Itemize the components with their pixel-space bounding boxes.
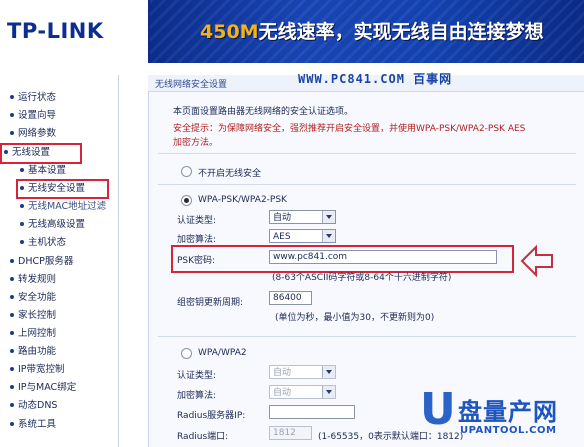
intro-text: 本页面设置路由器无线网络的安全认证选项。 bbox=[173, 107, 354, 117]
group-key-label: 组密钥更新周期: bbox=[177, 298, 244, 308]
sidebar-item-system-tools[interactable]: 系统工具 bbox=[0, 418, 56, 432]
site-watermark: WWW.PC841.COM 百事网 bbox=[298, 72, 453, 86]
header-bar: TP-LINK 450M无线速率，实现无线自由连接梦想 bbox=[0, 0, 584, 63]
sidebar-item-routing[interactable]: 路由功能 bbox=[0, 345, 56, 359]
highlight-box-security bbox=[16, 179, 109, 199]
warning-text: 安全提示：为保障网络安全，强烈推荐开启安全设置，并使用WPA-PSK/WPA2-… bbox=[173, 124, 526, 134]
warning-text-cont: 加密方法。 bbox=[173, 138, 219, 148]
sidebar-item-bandwidth[interactable]: IP带宽控制 bbox=[0, 363, 65, 377]
sidebar-item-ip-mac-binding[interactable]: IP与MAC绑定 bbox=[0, 381, 76, 395]
sidebar-item-access-control[interactable]: 上网控制 bbox=[0, 327, 56, 341]
upantool-watermark: U 盘量产网 UPANTOOL.COM bbox=[420, 388, 584, 447]
panel-title: 无线网络安全设置 bbox=[155, 80, 228, 90]
group-key-input[interactable]: 86400 bbox=[269, 291, 312, 305]
sidebar-item-ddns[interactable]: 动态DNS bbox=[0, 399, 57, 413]
psk-password-input[interactable]: www.pc841.com bbox=[269, 250, 497, 264]
radius-ip-input[interactable] bbox=[269, 405, 355, 419]
auth-type-label: 认证类型: bbox=[177, 216, 217, 226]
bullet-icon bbox=[10, 259, 14, 263]
sidebar-item-wizard[interactable]: 设置向导 bbox=[0, 109, 56, 123]
sidebar-divider bbox=[118, 75, 119, 447]
logo-area: TP-LINK bbox=[0, 0, 150, 63]
encryption-label: 加密算法: bbox=[177, 235, 217, 245]
highlight-box-wireless bbox=[0, 143, 82, 164]
bullet-icon bbox=[10, 349, 14, 353]
bullet-icon bbox=[10, 95, 14, 99]
bullet-icon bbox=[10, 367, 14, 371]
sidebar-item-security-functions[interactable]: 安全功能 bbox=[0, 291, 56, 305]
sidebar-item-advanced[interactable]: 无线高级设置 bbox=[0, 218, 85, 232]
bullet-icon bbox=[10, 403, 14, 407]
divider bbox=[158, 184, 576, 185]
sidebar-item-basic[interactable]: 基本设置 bbox=[0, 164, 66, 178]
bullet-icon bbox=[10, 131, 14, 135]
bullet-icon bbox=[10, 313, 14, 317]
upantool-name: 盘量产网 bbox=[458, 398, 558, 426]
sidebar-item-forwarding[interactable]: 转发规则 bbox=[0, 273, 56, 287]
encryption-2-label: 加密算法: bbox=[177, 391, 217, 401]
auth-type-2-select[interactable]: 自动 bbox=[269, 365, 336, 379]
chevron-down-icon bbox=[322, 386, 335, 398]
chevron-down-icon bbox=[322, 230, 335, 242]
radius-port-input[interactable]: 1812 bbox=[269, 426, 312, 440]
chevron-down-icon bbox=[322, 211, 335, 223]
psk-label: PSK密码: bbox=[177, 256, 216, 266]
radio-no-security-label: 不开启无线安全 bbox=[198, 169, 262, 179]
sidebar-item-dhcp[interactable]: DHCP服务器 bbox=[0, 255, 73, 269]
bullet-icon bbox=[10, 295, 14, 299]
chevron-down-icon bbox=[322, 366, 335, 378]
banner-slogan: 450M无线速率，实现无线自由连接梦想 bbox=[200, 17, 544, 44]
pointer-arrow-icon bbox=[520, 244, 553, 278]
bullet-icon bbox=[20, 168, 24, 172]
radio-wpa-label: WPA/WPA2 bbox=[198, 348, 247, 358]
radius-ip-label: Radius服务器IP: bbox=[177, 411, 246, 421]
banner-caption: 无线速率，实现无线自由连接梦想 bbox=[258, 21, 544, 43]
tp-link-logo: TP-LINK bbox=[7, 19, 104, 43]
divider bbox=[158, 153, 576, 154]
encryption-select[interactable]: AES bbox=[269, 229, 336, 243]
sidebar-item-parental[interactable]: 家长控制 bbox=[0, 309, 56, 323]
bullet-icon bbox=[10, 422, 14, 426]
radio-wpa[interactable] bbox=[181, 348, 192, 359]
radio-wpa-psk-label: WPA-PSK/WPA2-PSK bbox=[198, 195, 287, 205]
radio-wpa-psk[interactable] bbox=[181, 195, 192, 206]
divider bbox=[158, 336, 576, 337]
encryption-2-select[interactable]: 自动 bbox=[269, 385, 336, 399]
upantool-url: UPANTOOL.COM bbox=[460, 425, 557, 436]
bullet-icon bbox=[10, 113, 14, 117]
sidebar-item-status[interactable]: 运行状态 bbox=[0, 91, 56, 105]
radio-no-security[interactable] bbox=[181, 166, 192, 177]
bullet-icon bbox=[20, 204, 24, 208]
bullet-icon bbox=[10, 385, 14, 389]
psk-hint: (8-63个ASCII码字符或8-64个十六进制字符) bbox=[272, 273, 452, 283]
auth-type-select[interactable]: 自动 bbox=[269, 210, 336, 224]
sidebar-item-mac-filter[interactable]: 无线MAC地址过滤 bbox=[0, 200, 106, 214]
sidebar-item-network[interactable]: 网络参数 bbox=[0, 127, 56, 141]
bullet-icon bbox=[20, 222, 24, 226]
bullet-icon bbox=[10, 331, 14, 335]
upantool-logo-mark: U bbox=[420, 384, 456, 435]
auth-type-2-label: 认证类型: bbox=[177, 371, 217, 381]
sidebar-item-hosts[interactable]: 主机状态 bbox=[0, 236, 66, 250]
group-key-hint: (单位为秒，最小值为30，不更新则为0) bbox=[275, 313, 435, 323]
radius-port-label: Radius端口: bbox=[177, 432, 229, 442]
bullet-icon bbox=[10, 277, 14, 281]
banner-speed: 450M bbox=[200, 21, 259, 43]
bullet-icon bbox=[20, 240, 24, 244]
